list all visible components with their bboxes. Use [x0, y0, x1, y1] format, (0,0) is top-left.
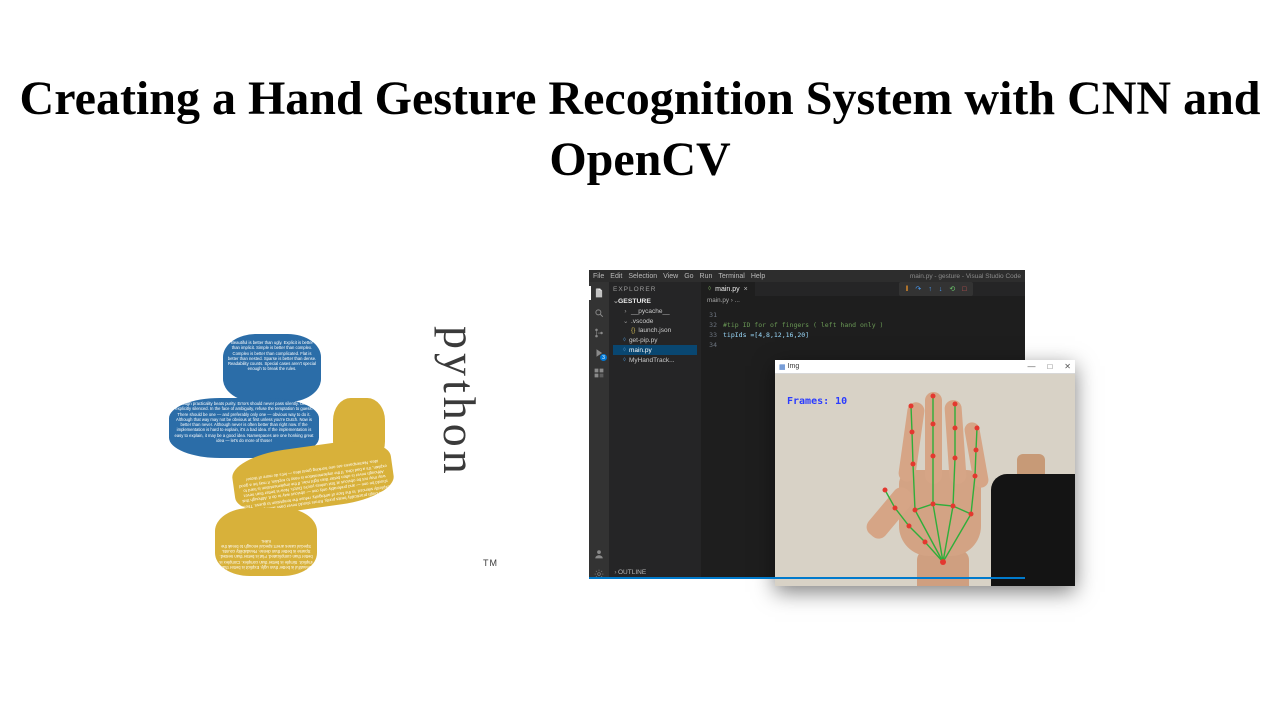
step-over-icon[interactable]: ↷ — [915, 285, 921, 293]
menu-edit[interactable]: Edit — [610, 273, 622, 280]
imgwin-titlebar[interactable]: ▦ Img — □ ✕ — [775, 360, 1075, 374]
menu-terminal[interactable]: Terminal — [718, 273, 744, 280]
menu-selection[interactable]: Selection — [628, 273, 657, 280]
tab-bar: ⬨ main.py × — [701, 282, 1025, 296]
step-into-icon[interactable]: ↑ — [928, 286, 932, 293]
close-icon[interactable]: ✕ — [1064, 362, 1071, 371]
code-line-comment: #tip ID for of fingers ( left hand only … — [723, 320, 1022, 330]
vscode-window: File Edit Selection View Go Run Terminal… — [589, 270, 1025, 579]
breadcrumb[interactable]: main.py › ... — [701, 296, 1025, 305]
tab-label: main.py — [715, 286, 740, 293]
line-gutter: 31 32 33 34 — [701, 310, 721, 350]
python-logo: Beautiful is better than ugly. Explicit … — [165, 298, 515, 558]
page-title: Creating a Hand Gesture Recognition Syst… — [0, 68, 1280, 191]
imgwin-body: Frames: 10 — [775, 374, 1075, 586]
hand-landmarks-overlay — [863, 392, 1023, 582]
explorer-icon[interactable] — [594, 288, 604, 298]
maximize-icon[interactable]: □ — [1047, 362, 1052, 371]
imgwin-app-icon: ▦ — [779, 363, 786, 371]
source-control-icon[interactable] — [594, 328, 604, 338]
debug-toolbar[interactable]: ‖ ↷ ↑ ↓ ⟲ □ — [899, 282, 973, 296]
restart-icon[interactable]: ⟲ — [949, 285, 955, 293]
trademark-label: TM — [483, 558, 498, 568]
menu-view[interactable]: View — [663, 273, 678, 280]
extensions-icon[interactable] — [594, 368, 604, 378]
status-bar — [589, 577, 1025, 579]
zen-text-top: Beautiful is better than ugly. Explicit … — [227, 340, 317, 372]
workspace-root[interactable]: ⌄GESTURE — [613, 297, 697, 305]
tree-launch-json[interactable]: {}launch.json — [613, 326, 697, 335]
outline-section[interactable]: ›OUTLINE — [613, 569, 697, 576]
python-file-icon: ⬨ — [708, 285, 711, 293]
minimize-icon[interactable]: — — [1027, 362, 1035, 371]
vscode-menubar: File Edit Selection View Go Run Terminal… — [589, 270, 1025, 282]
frames-counter: Frames: 10 — [787, 396, 847, 407]
editor-area: ⬨ main.py × main.py › ... 31 32 33 34 #t… — [701, 282, 1025, 579]
tree-get-pip[interactable]: ⬨get-pip.py — [613, 335, 697, 345]
code-line-assign: tipIds =[4,8,12,16,20] — [723, 331, 809, 339]
zen-text-bottom: Beautiful is better than ugly. Explicit … — [219, 539, 313, 571]
stop-icon[interactable]: □ — [962, 286, 966, 293]
code-editor[interactable]: #tip ID for of fingers ( left hand only … — [723, 310, 1022, 350]
tree-handtrack[interactable]: ⬨MyHandTrack... — [613, 355, 697, 365]
run-debug-icon[interactable]: 3 — [594, 348, 604, 358]
window-title: main.py - gesture - Visual Studio Code — [910, 273, 1021, 280]
search-icon[interactable] — [594, 308, 604, 318]
explorer-panel: EXPLORER ⌄GESTURE ›__pycache__ ⌄.vscode … — [609, 282, 701, 579]
tree-pycache[interactable]: ›__pycache__ — [613, 307, 697, 316]
menu-help[interactable]: Help — [751, 273, 765, 280]
tree-main-py[interactable]: ⬨main.py — [613, 345, 697, 355]
step-out-icon[interactable]: ↓ — [939, 286, 943, 293]
hand-graphic — [863, 392, 1023, 582]
tab-main-py[interactable]: ⬨ main.py × — [701, 282, 755, 296]
menu-go[interactable]: Go — [684, 273, 693, 280]
activity-bar: 3 — [589, 282, 609, 579]
opencv-output-window: ▦ Img — □ ✕ — [775, 360, 1075, 586]
debug-badge: 3 — [600, 354, 607, 361]
pause-icon[interactable]: ‖ — [906, 286, 909, 293]
imgwin-title: Img — [788, 363, 800, 370]
explorer-title: EXPLORER — [613, 286, 697, 293]
zen-text-mid2: Although practicality beats purity. Erro… — [237, 458, 393, 516]
account-icon[interactable] — [594, 549, 604, 559]
menu-run[interactable]: Run — [700, 273, 713, 280]
logo-blob-blue-top: Beautiful is better than ugly. Explicit … — [223, 334, 321, 402]
python-wordmark: python — [433, 326, 486, 478]
close-icon[interactable]: × — [744, 286, 748, 293]
graphics-row: Beautiful is better than ugly. Explicit … — [0, 270, 1280, 580]
tree-vscode-folder[interactable]: ⌄.vscode — [613, 316, 697, 326]
python-logo-shapes: Beautiful is better than ugly. Explicit … — [165, 298, 395, 548]
zen-text-mid: Although practicality beats purity. Erro… — [173, 401, 315, 443]
menu-file[interactable]: File — [593, 273, 604, 280]
logo-blob-yellow-bottom: Beautiful is better than ugly. Explicit … — [215, 508, 317, 576]
